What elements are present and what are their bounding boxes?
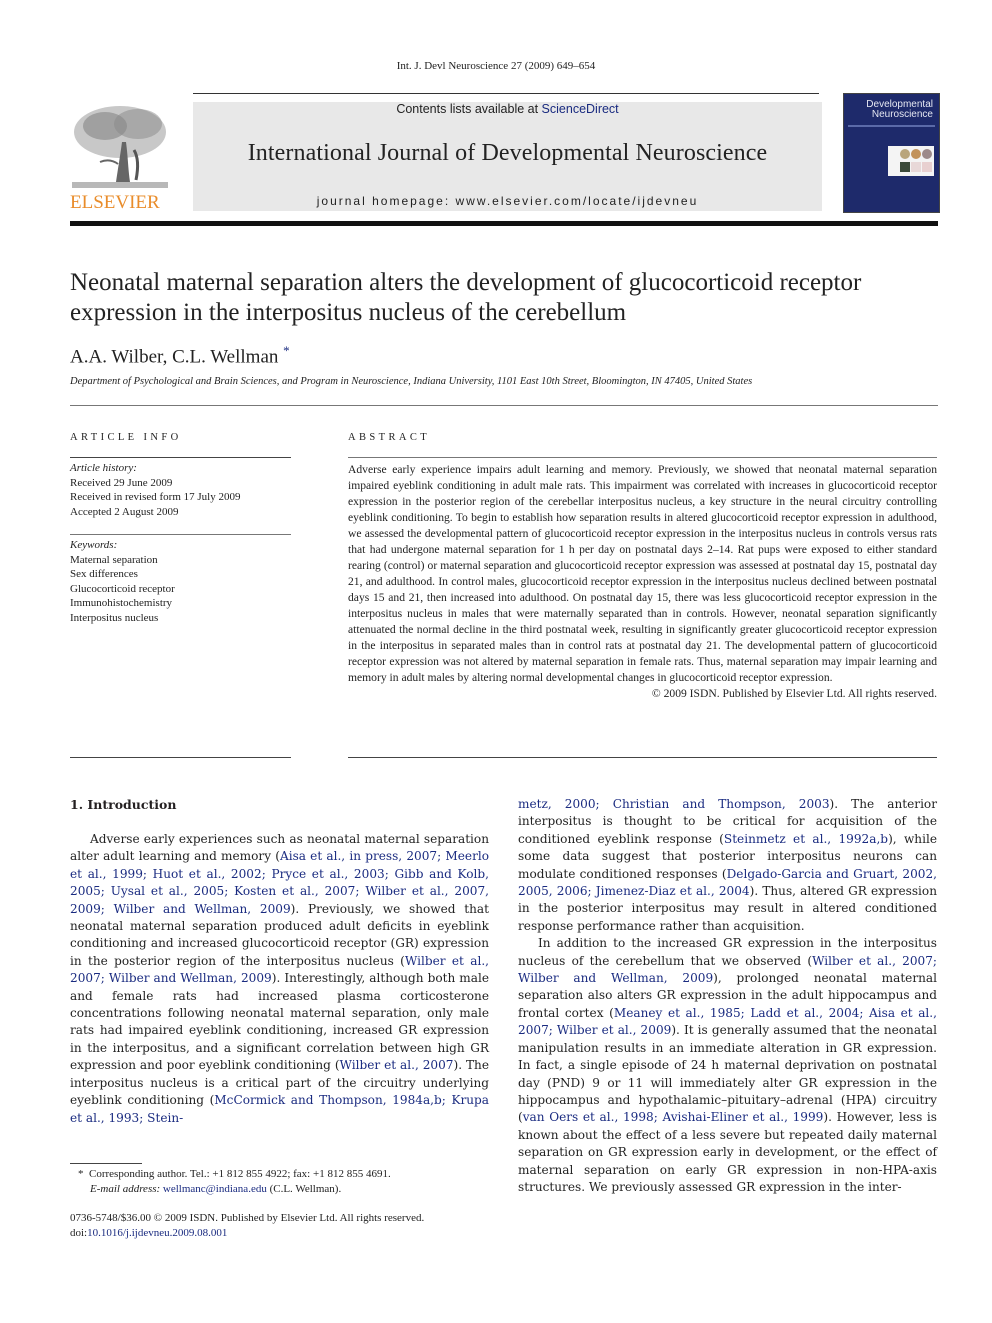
keyword: Sex differences [70,568,138,580]
sciencedirect-link[interactable]: ScienceDirect [542,102,619,116]
email-suffix: (C.L. Wellman). [266,1183,342,1195]
intro-right-column: metz, 2000; Christian and Thompson, 2003… [518,796,937,1196]
author-names: A.A. Wilber, C.L. Wellman [70,346,279,368]
journal-cover-image: Developmental Neuroscience [843,93,940,213]
abstract-text: Adverse early experience impairs adult l… [348,463,937,684]
keyword: Immunohistochemistry [70,597,173,609]
abstract-bottom-rule [348,757,937,758]
cover-strip [848,125,935,127]
article-history: Article history: Received 29 June 2009 R… [70,461,240,519]
intro-paragraph: Adverse early experiences such as neonat… [70,831,489,1127]
cover-micrograph [911,149,921,159]
abstract-heading: ABSTRACT [348,432,431,443]
corresponding-text: Corresponding author. Tel.: +1 812 855 4… [89,1168,391,1180]
running-head: Int. J. Devl Neuroscience 27 (2009) 649–… [396,60,596,72]
article-title: Neonatal maternal separation alters the … [70,269,862,326]
article-info-bottom-rule [70,757,291,758]
issn-line: 0736-5748/$36.00 © 2009 ISDN. Published … [70,1212,425,1224]
citation-link[interactable]: Wilber et al., 2007 [340,1058,454,1072]
keywords: Keywords: Maternal separation Sex differ… [70,538,175,625]
authors: A.A. Wilber, C.L. Wellman * [70,343,290,368]
contents-line: Contents lists available at ScienceDirec… [193,102,822,116]
header-thick-rule [70,221,938,226]
intro-paragraph: metz, 2000; Christian and Thompson, 2003… [518,796,937,935]
history-revised: Received in revised form 17 July 2009 [70,491,241,503]
keywords-rule [70,534,291,535]
cover-figure-panel [888,146,934,176]
keyword: Interpositus nucleus [70,611,159,624]
abstract-copyright: © 2009 ISDN. Published by Elsevier Ltd. … [651,687,937,700]
keywords-label: Keywords: [70,539,118,551]
header-rule [193,93,819,94]
abstract-rule [348,457,937,458]
cover-micrograph [922,162,932,172]
cover-micrograph [900,162,910,172]
title-divider [70,405,938,406]
article-info-heading: ARTICLE INFO [70,432,182,443]
cover-micrograph [911,162,921,172]
history-received: Received 29 June 2009 [70,476,173,489]
issn-block: 0736-5748/$36.00 © 2009 ISDN. Published … [70,1211,424,1241]
history-accepted: Accepted 2 August 2009 [70,505,179,518]
abstract-body: Adverse early experience impairs adult l… [348,462,937,702]
intro-left-column: Adverse early experiences such as neonat… [70,831,489,1127]
cover-title: Developmental Neuroscience [866,99,933,120]
elsevier-wordmark: ELSEVIER [70,192,160,213]
keyword: Maternal separation [70,553,158,566]
citation-link[interactable]: Steinmetz et al., 1992a,b [724,832,888,846]
cover-micrograph [900,149,910,159]
footnote-rule [70,1163,142,1164]
history-label: Article history: [70,462,137,474]
contents-prefix: Contents lists available at [396,102,542,116]
keyword: Glucocorticoid receptor [70,582,175,595]
journal-title: International Journal of Developmental N… [247,140,768,166]
footnote-mark: * [78,1168,84,1180]
citation-link[interactable]: metz, 2000; Christian and Thompson, 2003 [518,797,830,811]
email-link[interactable]: wellmanc@indiana.edu [163,1183,267,1195]
article-info-rule [70,457,291,458]
doi-link[interactable]: 10.1016/j.ijdevneu.2009.08.001 [87,1227,227,1239]
corresponding-footnote: * Corresponding author. Tel.: +1 812 855… [78,1167,391,1197]
citation-link[interactable]: van Oers et al., 1998; Avishai-Eliner et… [523,1110,824,1124]
email-label: E-mail address: [90,1183,161,1195]
affiliation: Department of Psychological and Brain Sc… [70,376,753,387]
doi-prefix: doi: [70,1227,88,1239]
intro-paragraph: In addition to the increased GR expressi… [518,935,937,1196]
corresponding-author-mark[interactable]: * [283,343,290,358]
journal-homepage[interactable]: journal homepage: www.elsevier.com/locat… [193,194,822,208]
introduction-heading: 1. Introduction [70,797,177,812]
cover-micrograph [922,149,932,159]
